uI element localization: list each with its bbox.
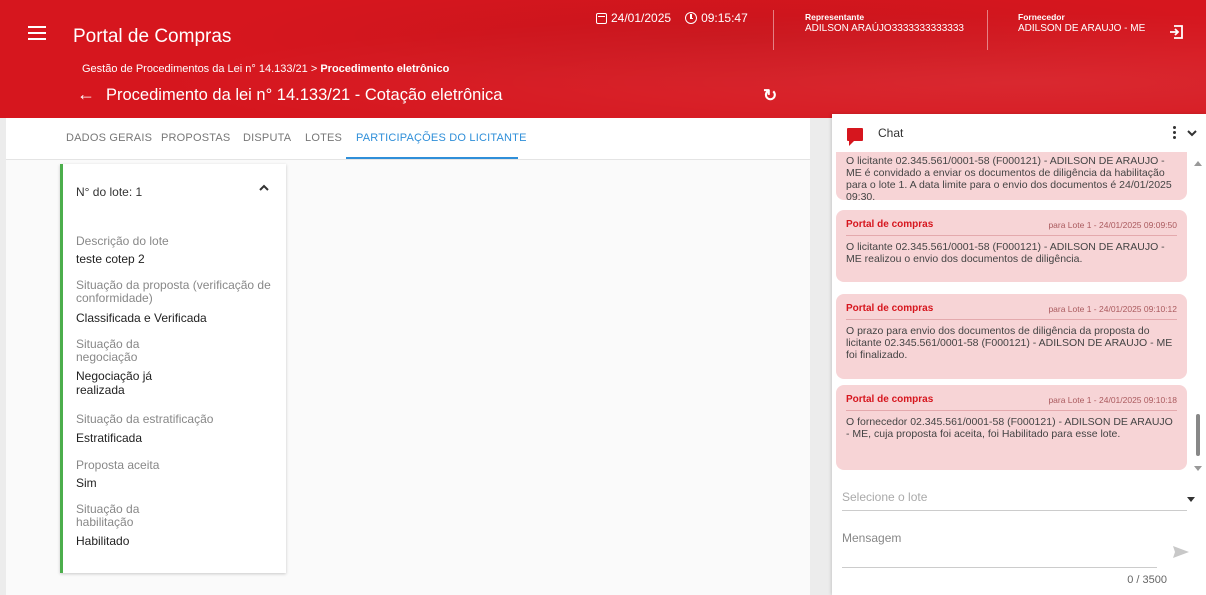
fornecedor-block: Fornecedor ADILSON DE ARAUJO - ME — [1018, 11, 1145, 35]
chat-message: Portal de compras para Lote 1 - 24/01/20… — [836, 294, 1187, 379]
current-time: 09:15:47 — [701, 11, 748, 25]
chat-message: Portal de compras para Lote 1 - 24/01/20… — [836, 385, 1187, 470]
field-value: teste cotep 2 — [76, 252, 145, 266]
field-label: Proposta aceita — [76, 458, 160, 472]
scroll-up-arrow-icon[interactable] — [1194, 161, 1202, 166]
field-value: realizada — [76, 383, 125, 397]
back-arrow-icon[interactable]: ← — [77, 84, 95, 105]
message-sender: Portal de compras — [846, 219, 934, 230]
tab-lotes[interactable]: LOTES — [305, 132, 342, 144]
representante-block: Representante ADILSON ARAÚJO333333333333… — [805, 11, 964, 35]
field-label: Situação da estratificação — [76, 412, 214, 426]
more-options-icon[interactable] — [1173, 126, 1177, 140]
breadcrumb-parent[interactable]: Gestão de Procedimentos da Lei n° 14.133… — [82, 63, 317, 75]
chevron-down-icon[interactable] — [1186, 127, 1198, 139]
message-divider — [846, 410, 1177, 411]
lot-select-placeholder: Selecione o lote — [842, 490, 928, 504]
chat-panel: Chat O licitante 02.345.561/0001-58 (F00… — [832, 114, 1206, 595]
dropdown-caret-icon — [1187, 497, 1195, 502]
fornecedor-value: ADILSON DE ARAUJO - ME — [1018, 23, 1146, 34]
message-placeholder: Mensagem — [842, 531, 902, 545]
tab-propostas[interactable]: PROPOSTAS — [161, 132, 230, 144]
message-body: O licitante 02.345.561/0001-58 (F000121)… — [846, 241, 1165, 265]
hamburger-menu-icon[interactable] — [28, 26, 46, 40]
tab-disputa[interactable]: DISPUTA — [243, 132, 291, 144]
main-panel: DADOS GERAIS PROPOSTAS DISPUTA LOTES PAR… — [6, 118, 810, 595]
message-body: O fornecedor 02.345.561/0001-58 (F000121… — [846, 416, 1173, 440]
field-label: habilitação — [76, 515, 134, 529]
scrollbar-thumb[interactable] — [1196, 414, 1200, 456]
field-value: Estratificada — [76, 431, 143, 445]
session-datetime: 24/01/2025 09:15:47 — [596, 11, 748, 25]
message-meta: para Lote 1 - 24/01/2025 09:10:18 — [1048, 395, 1177, 405]
header-divider — [987, 10, 988, 50]
lot-select[interactable]: Selecione o lote — [842, 485, 1195, 511]
chat-messages: O licitante 02.345.561/0001-58 (F000121)… — [832, 152, 1206, 475]
page-title: Procedimento da lei n° 14.133/21 - Cotaç… — [106, 86, 503, 104]
message-body: O licitante 02.345.561/0001-58 (F000121)… — [846, 155, 1172, 203]
field-label: conformidade) — [76, 291, 153, 305]
message-divider — [846, 235, 1177, 236]
chat-scrollbar[interactable] — [1193, 158, 1202, 476]
tab-participacoes-do-licitante[interactable]: PARTICIPAÇÕES DO LICITANTE — [356, 132, 527, 144]
message-input[interactable]: Mensagem — [842, 524, 1157, 568]
message-body: O prazo para envio dos documentos de dil… — [846, 325, 1173, 361]
field-value: Habilitado — [76, 534, 130, 548]
chat-header: Chat — [832, 114, 1206, 152]
tab-bar: DADOS GERAIS PROPOSTAS DISPUTA LOTES PAR… — [6, 118, 810, 160]
breadcrumb-current: Procedimento eletrônico — [320, 63, 450, 75]
representante-label: Representante — [805, 12, 865, 22]
field-value: Negociação já — [76, 369, 153, 383]
fornecedor-label: Fornecedor — [1018, 12, 1065, 22]
active-tab-indicator — [346, 157, 518, 159]
chat-message: Portal de compras para Lote 1 - 24/01/20… — [836, 210, 1187, 282]
message-meta: para Lote 1 - 24/01/2025 09:10:12 — [1048, 304, 1177, 314]
refresh-icon[interactable]: ↻ — [763, 86, 777, 106]
app-title: Portal de Compras — [73, 26, 232, 47]
field-value: Sim — [76, 476, 97, 490]
clock-icon — [685, 12, 698, 24]
character-counter: 0 / 3500 — [1127, 574, 1167, 586]
send-icon[interactable] — [1171, 542, 1191, 562]
chat-bubble-icon — [847, 128, 863, 146]
chat-message: O licitante 02.345.561/0001-58 (F000121)… — [836, 152, 1187, 203]
message-meta: para Lote 1 - 24/01/2025 09:09:50 — [1048, 220, 1177, 230]
lot-number: N° do lote: 1 — [76, 185, 143, 199]
message-sender: Portal de compras — [846, 303, 934, 314]
message-divider — [846, 319, 1177, 320]
chevron-up-icon[interactable] — [258, 182, 270, 194]
field-value: Classificada e Verificada — [76, 311, 207, 325]
breadcrumb: Gestão de Procedimentos da Lei n° 14.133… — [82, 63, 449, 75]
field-label: Descrição do lote — [76, 234, 169, 248]
current-date: 24/01/2025 — [611, 11, 672, 25]
scroll-down-arrow-icon[interactable] — [1194, 466, 1202, 471]
message-sender: Portal de compras — [846, 394, 934, 405]
tab-dados-gerais[interactable]: DADOS GERAIS — [66, 132, 152, 144]
calendar-icon — [596, 12, 607, 24]
field-label: negociação — [76, 350, 138, 364]
logout-icon[interactable] — [1168, 24, 1184, 40]
app-header: Portal de Compras 24/01/2025 09:15:47 Re… — [0, 0, 1206, 118]
header-divider — [773, 10, 774, 50]
representante-value: ADILSON ARAÚJO3333333333333 — [805, 23, 964, 34]
chat-title: Chat — [878, 126, 904, 140]
lot-card: N° do lote: 1 Descrição do lote teste co… — [60, 164, 286, 573]
